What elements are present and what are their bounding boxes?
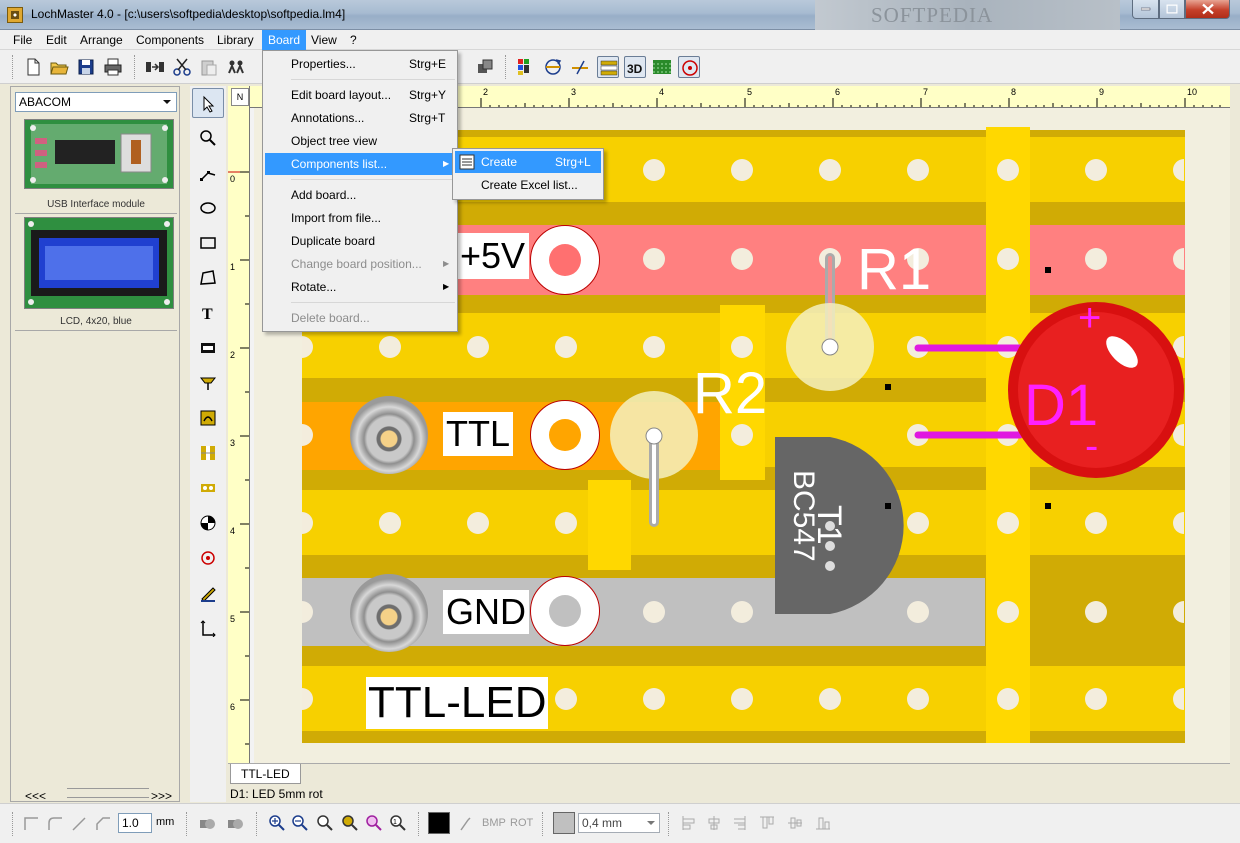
menu-item-duplicate-board[interactable]: Duplicate board xyxy=(265,230,455,252)
menu-item-properties[interactable]: Properties... Strg+E xyxy=(265,53,455,75)
label-bc547[interactable]: BC547 xyxy=(786,470,820,562)
toolbar-separator xyxy=(418,812,421,836)
zoom-selection-icon[interactable] xyxy=(365,814,383,832)
selection-handle[interactable] xyxy=(885,384,891,390)
menu-item-shortcut: Strg+E xyxy=(409,57,447,71)
menu-item-label: Delete board... xyxy=(291,311,370,325)
zoom-out-icon[interactable] xyxy=(291,814,309,832)
rot-button[interactable]: ROT xyxy=(510,817,533,829)
grid-size-value: 0,4 mm xyxy=(582,816,623,830)
transistor-pin xyxy=(825,561,835,571)
bottom-toolbar: 1.0 mm 1 BMP ROT 0,4 mm xyxy=(0,803,1240,843)
menu-item-label: Add board... xyxy=(291,188,357,202)
line-corner-icon[interactable] xyxy=(22,814,40,832)
components-list-submenu: Create Strg+L Create Excel list... xyxy=(452,148,604,200)
svg-text:1: 1 xyxy=(393,819,397,826)
menu-item-label: Annotations... xyxy=(291,111,365,125)
board-menu-dropdown: Properties... Strg+E Edit board layout...… xyxy=(262,50,458,332)
menu-item-create[interactable]: Create Strg+L xyxy=(455,151,601,173)
zoom-board-icon[interactable] xyxy=(341,814,359,832)
align-center-icon[interactable] xyxy=(705,814,723,832)
menu-item-label: Import from file... xyxy=(291,211,382,225)
ref-r2[interactable]: R2 xyxy=(693,360,767,427)
menu-separator xyxy=(291,302,455,303)
menu-item-add-board[interactable]: Add board... xyxy=(265,184,455,206)
menu-separator xyxy=(291,79,455,80)
eyedropper-icon[interactable] xyxy=(456,814,474,832)
menu-item-rotate[interactable]: Rotate... ▶ xyxy=(265,276,455,298)
menu-item-label: Properties... xyxy=(291,57,356,71)
bmp-button[interactable]: BMP xyxy=(482,817,506,829)
zoom-fit-icon[interactable] xyxy=(316,814,334,832)
selection-handle[interactable] xyxy=(1045,267,1051,273)
led-plus-marker: + xyxy=(1078,296,1102,340)
menu-item-shortcut: Strg+Y xyxy=(409,88,447,102)
fill-color-swatch[interactable] xyxy=(428,812,450,834)
toolbar-separator xyxy=(186,812,189,836)
menu-item-label: Duplicate board xyxy=(291,234,376,248)
shapes-alt-icon[interactable] xyxy=(226,814,244,832)
line-round-icon[interactable] xyxy=(46,814,64,832)
selection-handle[interactable] xyxy=(1045,503,1051,509)
line-bevel-icon[interactable] xyxy=(94,814,112,832)
menu-item-annotations[interactable]: Annotations... Strg+T xyxy=(265,107,455,129)
zoom-in-icon[interactable] xyxy=(268,814,286,832)
status-text: D1: LED 5mm rot xyxy=(230,787,323,801)
toolbar-separator xyxy=(668,812,671,836)
toolbar-grip[interactable] xyxy=(12,812,15,836)
line-width-input[interactable]: 1.0 xyxy=(118,813,152,833)
submenu-arrow-icon: ▶ xyxy=(443,159,450,168)
resistor-r2-pin xyxy=(645,427,663,445)
menu-item-edit-board-layout[interactable]: Edit board layout... Strg+Y xyxy=(265,84,455,106)
grid-size-dropdown[interactable]: 0,4 mm xyxy=(578,813,660,833)
menu-item-label: Change board position... xyxy=(291,257,422,271)
menu-item-shortcut: Strg+T xyxy=(409,111,446,125)
zoom-reset-icon[interactable]: 1 xyxy=(389,814,407,832)
menu-item-create-excel[interactable]: Create Excel list... xyxy=(455,174,601,196)
line-width-unit: mm xyxy=(156,816,175,828)
align-middle-icon[interactable] xyxy=(786,814,804,832)
list-icon xyxy=(459,154,475,170)
align-right-icon[interactable] xyxy=(730,814,748,832)
menu-item-delete-board: Delete board... xyxy=(265,307,455,329)
menu-item-label: Create Excel list... xyxy=(481,178,578,192)
menu-item-label: Create xyxy=(481,155,518,169)
menu-separator xyxy=(291,179,455,180)
align-left-icon[interactable] xyxy=(680,814,698,832)
ref-r1[interactable]: R1 xyxy=(857,236,931,303)
align-top-icon[interactable] xyxy=(758,814,776,832)
toolbar-separator xyxy=(542,812,545,836)
menu-item-import-file[interactable]: Import from file... xyxy=(265,207,455,229)
menu-item-label: Object tree view xyxy=(291,134,378,148)
led-minus-marker: - xyxy=(1085,424,1099,468)
tab-ttl-led[interactable]: TTL-LED xyxy=(230,764,301,784)
menu-item-label: Components list... xyxy=(291,157,388,171)
shapes-icon[interactable] xyxy=(198,814,216,832)
menu-item-shortcut: Strg+L xyxy=(555,155,591,169)
resistor-r1-pin xyxy=(821,338,839,356)
align-bottom-icon[interactable] xyxy=(814,814,832,832)
menu-item-label: Rotate... xyxy=(291,280,337,294)
menu-item-change-position: Change board position... ▶ xyxy=(265,253,455,275)
selection-handle[interactable] xyxy=(885,503,891,509)
strip-color-swatch[interactable] xyxy=(553,812,575,834)
submenu-arrow-icon: ▶ xyxy=(443,259,450,268)
toolbar-separator xyxy=(256,812,259,836)
submenu-arrow-icon: ▶ xyxy=(443,282,450,291)
menu-item-label: Edit board layout... xyxy=(291,88,392,102)
menu-item-object-tree[interactable]: Object tree view xyxy=(265,130,455,152)
board-tabs: TTL-LED xyxy=(228,763,1230,785)
line-diagonal-icon[interactable] xyxy=(70,814,88,832)
chevron-down-icon xyxy=(647,821,655,825)
menu-item-components-list[interactable]: Components list... ▶ xyxy=(265,153,455,175)
